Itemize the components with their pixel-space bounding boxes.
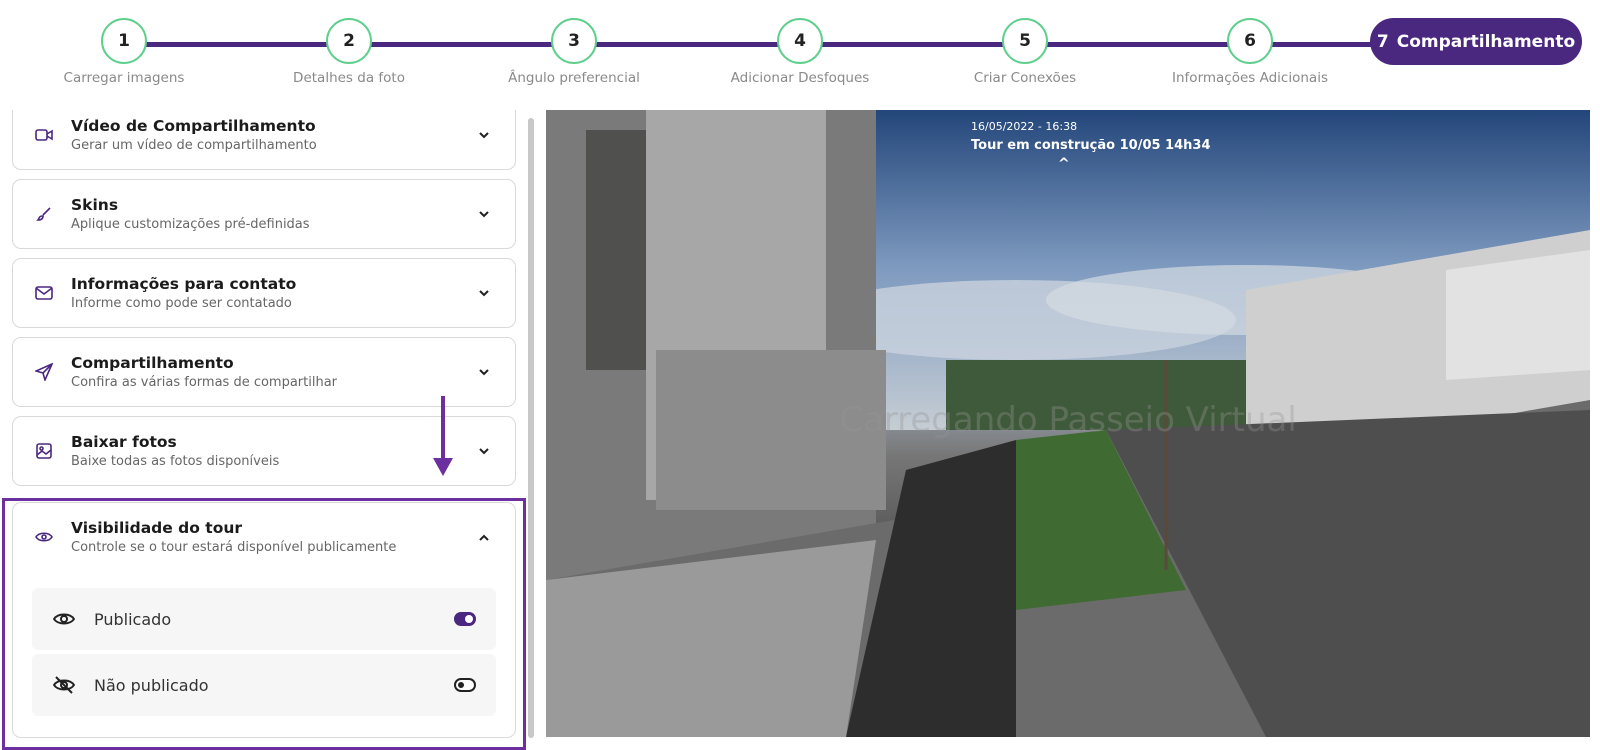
active-step-label: Compartilhamento xyxy=(1396,31,1576,52)
panel-subtitle: Gerar um vídeo de compartilhamento xyxy=(71,138,317,153)
step-2[interactable]: 2 Detalhes da foto xyxy=(259,18,439,86)
panel-title: Skins xyxy=(71,196,119,214)
step-5[interactable]: 5 Criar Conexões xyxy=(935,18,1115,86)
step-label: Detalhes da foto xyxy=(293,70,405,86)
chevron-down-icon[interactable] xyxy=(473,361,495,383)
step-label: Adicionar Desfoques xyxy=(730,70,870,86)
active-step-number: 7 xyxy=(1376,31,1389,52)
step-label: Criar Conexões xyxy=(973,70,1077,86)
panel-title: Vídeo de Compartilhamento xyxy=(71,117,316,135)
step-1[interactable]: 1 Carregar imagens xyxy=(34,18,214,86)
panel-share-video[interactable]: Vídeo de Compartilhamento Gerar um vídeo… xyxy=(12,110,516,170)
step-number: 6 xyxy=(1227,18,1273,64)
step-label: Carregar imagens xyxy=(63,70,185,86)
step-4[interactable]: 4 Adicionar Desfoques xyxy=(710,18,890,86)
tour-date: 16/05/2022 - 16:38 xyxy=(971,120,1078,133)
panel-title: Informações para contato xyxy=(71,275,297,293)
tour-title: Tour em construção 10/05 14h34 xyxy=(971,138,1211,153)
progress-stepper: 1 Carregar imagens 2 Detalhes da foto 3 … xyxy=(0,0,1600,100)
panel-skins[interactable]: Skins Aplique customizações pré-definida… xyxy=(12,179,516,249)
step-3[interactable]: 3 Ângulo preferencial xyxy=(484,18,664,86)
chevron-down-icon[interactable] xyxy=(473,282,495,304)
step-number: 5 xyxy=(1002,18,1048,64)
step-number: 1 xyxy=(101,18,147,64)
visibility-highlight-box xyxy=(2,498,526,750)
step-label: Informações Adicionais xyxy=(1172,70,1328,86)
panel-title: Baixar fotos xyxy=(71,433,177,451)
video-camera-icon xyxy=(33,124,55,146)
chevron-down-icon[interactable] xyxy=(473,203,495,225)
paper-plane-icon xyxy=(33,361,55,383)
tour-viewer[interactable]: 16/05/2022 - 16:38 Tour em construção 10… xyxy=(546,110,1590,737)
step-number: 2 xyxy=(326,18,372,64)
panel-subtitle: Informe como pode ser contatado xyxy=(71,296,292,311)
panel-title: Compartilhamento xyxy=(71,354,234,372)
image-icon xyxy=(33,440,55,462)
step-label: Ângulo preferencial xyxy=(508,70,640,86)
panel-subtitle: Aplique customizações pré-definidas xyxy=(71,217,310,232)
panel-contact-info[interactable]: Informações para contato Informe como po… xyxy=(12,258,516,328)
envelope-icon xyxy=(33,282,55,304)
chevron-up-icon[interactable]: ^ xyxy=(1058,156,1070,172)
step-6[interactable]: 6 Informações Adicionais xyxy=(1160,18,1340,86)
panel-subtitle: Baixe todas as fotos disponíveis xyxy=(71,454,280,469)
sidebar-scrollbar[interactable] xyxy=(528,118,534,738)
loading-text: Carregando Passeio Virtual xyxy=(839,400,1297,440)
step-number: 3 xyxy=(551,18,597,64)
chevron-down-icon[interactable] xyxy=(473,440,495,462)
annotation-arrow-shaft xyxy=(441,396,445,460)
chevron-down-icon[interactable] xyxy=(473,124,495,146)
brush-icon xyxy=(33,203,55,225)
annotation-arrow-head xyxy=(433,458,453,476)
step-7-active[interactable]: 7 Compartilhamento xyxy=(1370,18,1582,65)
panel-subtitle: Confira as várias formas de compartilhar xyxy=(71,375,338,390)
step-number: 4 xyxy=(777,18,823,64)
